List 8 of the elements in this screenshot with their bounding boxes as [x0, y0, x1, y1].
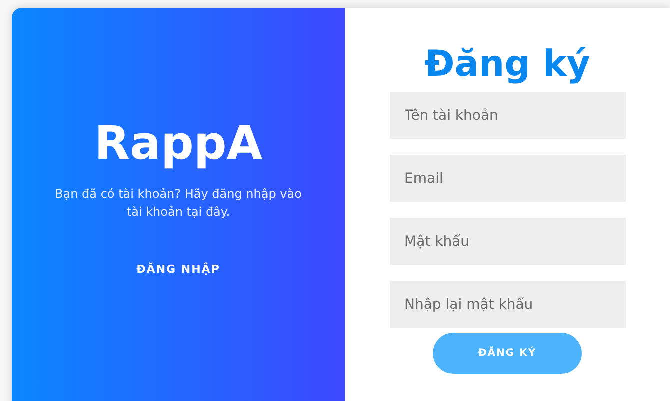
- input-field[interactable]: Mật khẩu: [390, 218, 626, 265]
- input-field[interactable]: Email: [390, 155, 626, 202]
- login-button[interactable]: ĐĂNG NHẬP: [130, 259, 226, 280]
- brand-title: RappA: [94, 116, 262, 172]
- form-title: Đăng ký: [424, 43, 590, 87]
- input-field[interactable]: Tên tài khoản: [390, 92, 626, 139]
- input-field[interactable]: Nhập lại mật khẩu: [390, 281, 626, 328]
- welcome-message: Bạn đã có tài khoản? Hãy đăng nhập vào tài khoản tại đây.: [54, 186, 303, 222]
